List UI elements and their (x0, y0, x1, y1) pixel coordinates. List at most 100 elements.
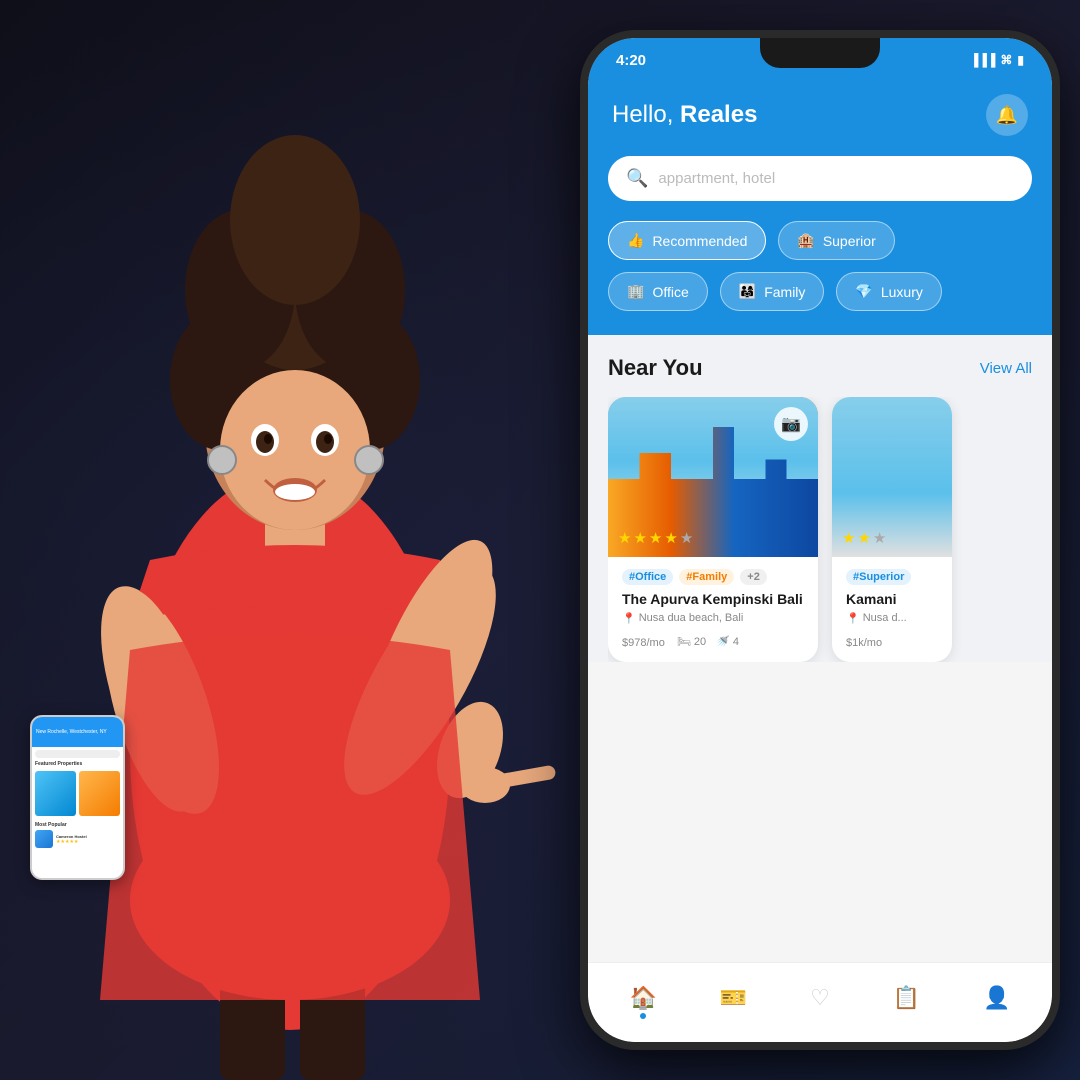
category-office[interactable]: 🏢 Office (608, 272, 708, 311)
username: Reales (680, 101, 757, 128)
status-icons: ▐▐▐ ⌘ ▮ (970, 53, 1024, 67)
listings-icon: 📋 (893, 985, 920, 1011)
scene-background: New Rochelle, Westchester, NY Featured P… (0, 0, 1080, 1080)
profile-icon: 👤 (983, 985, 1010, 1011)
star-2-2: ★ (857, 529, 870, 547)
category-family[interactable]: 👨‍👩‍👧 Family (720, 272, 825, 311)
near-you-section: Near You View All 📷 ★ ★ (588, 335, 1052, 662)
most-popular-label: Most Popular (35, 822, 120, 828)
star-1: ★ (618, 529, 631, 547)
woman-illustration (0, 0, 590, 1080)
section-title: Near You (608, 355, 703, 381)
greeting: Hello, Reales (612, 101, 757, 129)
property-location-2: 📍 Nusa d... (846, 612, 938, 625)
luxury-icon: 💎 (855, 283, 872, 300)
person-area: New Rochelle, Westchester, NY Featured P… (0, 0, 590, 1080)
family-icon: 👨‍👩‍👧 (739, 283, 756, 300)
property-meta-1: 🛏 20 🚿 4 (677, 635, 739, 648)
view-all-link[interactable]: View All (980, 360, 1032, 377)
property-location-1: 📍 Nusa dua beach, Bali (622, 612, 804, 625)
small-phone-header: New Rochelle, Westchester, NY (32, 717, 123, 747)
signal-icon: ▐▐▐ (970, 53, 996, 67)
wifi-icon: ⌘ (1000, 53, 1012, 67)
office-icon: 🏢 (627, 283, 644, 300)
property-card-1-image: 📷 ★ ★ ★ ★ ★ (608, 397, 818, 557)
category-row-1: 👍 Recommended 🏨 Superior (608, 221, 1032, 260)
location-text-1: Nusa dua beach, Bali (639, 612, 744, 624)
home-icon: 🏠 (629, 985, 656, 1011)
category-superior[interactable]: 🏨 Superior (778, 221, 894, 260)
family-label: Family (764, 284, 805, 300)
property-price-2: $1k/mo (846, 633, 938, 650)
notification-button[interactable]: 🔔 (986, 94, 1028, 136)
nav-tickets[interactable]: 🎫 (720, 985, 747, 1011)
category-row-2: 🏢 Office 👨‍👩‍👧 Family 💎 Luxury (608, 272, 1032, 311)
nav-active-dot (640, 1013, 646, 1019)
battery-icon: ▮ (1017, 53, 1024, 67)
property-name-1: The Apurva Kempinski Bali (622, 591, 804, 608)
stars-row-1: ★ ★ ★ ★ ★ (618, 529, 693, 547)
property-card-1-body: #Office #Family +2 The Apurva Kempinski … (608, 557, 818, 662)
status-time: 4:20 (616, 52, 646, 69)
notification-icon: 🔔 (996, 105, 1018, 126)
tag-superior: #Superior (846, 569, 911, 585)
phone-mockup: 4:20 ▐▐▐ ⌘ ▮ Hello, Reales 🔔 🔍 (580, 30, 1060, 1050)
heart-icon: ♡ (810, 985, 830, 1011)
star-4: ★ (664, 529, 677, 547)
phone-header: Hello, Reales 🔔 (588, 82, 1052, 156)
property-price-1: $978/mo (622, 633, 665, 650)
stars-row-2: ★ ★ ★ (842, 529, 886, 547)
star-2-3: ★ (873, 529, 886, 547)
search-area: 🔍 appartment, hotel (588, 156, 1052, 221)
price-value-1: $978 (622, 637, 646, 649)
baths-icon-1: 🚿 4 (716, 635, 739, 648)
small-phone-location: New Rochelle, Westchester, NY (36, 729, 107, 735)
price-unit-1: /mo (646, 637, 664, 649)
star-2: ★ (633, 529, 646, 547)
category-recommended[interactable]: 👍 Recommended (608, 221, 766, 260)
location-text-2: Nusa d... (863, 612, 907, 624)
tag-plus: +2 (740, 569, 767, 585)
save-button-1[interactable]: 📷 (774, 407, 808, 441)
superior-label: Superior (823, 233, 876, 249)
search-icon: 🔍 (626, 168, 648, 189)
tag-office: #Office (622, 569, 673, 585)
property-name-2: Kamani (846, 591, 938, 608)
small-phone: New Rochelle, Westchester, NY Featured P… (30, 715, 125, 880)
luxury-label: Luxury (881, 284, 923, 300)
phone-screen: 4:20 ▐▐▐ ⌘ ▮ Hello, Reales 🔔 🔍 (588, 38, 1052, 1042)
property-tags-1: #Office #Family +2 (622, 569, 804, 585)
featured-label: Featured Properties (35, 761, 120, 767)
category-luxury[interactable]: 💎 Luxury (836, 272, 941, 311)
property-card-2[interactable]: ★ ★ ★ #Superior Kamani 📍 (832, 397, 952, 662)
nav-home[interactable]: 🏠 (629, 985, 656, 1011)
star-5: ★ (680, 529, 693, 547)
nav-listings[interactable]: 📋 (893, 985, 920, 1011)
nav-favorites[interactable]: ♡ (810, 985, 830, 1011)
property-card-2-body: #Superior Kamani 📍 Nusa d... $1k/mo (832, 557, 952, 662)
price-value-2: $1k (846, 637, 864, 649)
tickets-icon: 🎫 (720, 985, 747, 1011)
categories-section: 👍 Recommended 🏨 Superior 🏢 Office 👨‍👩‍� (588, 221, 1052, 335)
property-price-row-1: $978/mo 🛏 20 🚿 4 (622, 633, 804, 650)
bottom-navigation: 🏠 🎫 ♡ 📋 👤 (588, 962, 1052, 1042)
recommended-label: Recommended (652, 233, 747, 249)
recommended-icon: 👍 (627, 232, 644, 249)
star-2-1: ★ (842, 529, 855, 547)
tag-family: #Family (679, 569, 734, 585)
search-box[interactable]: 🔍 appartment, hotel (608, 156, 1032, 201)
property-cards-row: 📷 ★ ★ ★ ★ ★ #Office (608, 397, 1032, 662)
nav-profile[interactable]: 👤 (983, 985, 1010, 1011)
office-label: Office (652, 284, 688, 300)
location-icon-2: 📍 (846, 612, 860, 625)
property-tags-2: #Superior (846, 569, 938, 585)
price-unit-2: /mo (864, 637, 882, 649)
section-header: Near You View All (608, 355, 1032, 381)
star-3: ★ (649, 529, 662, 547)
location-icon-1: 📍 (622, 612, 636, 625)
greeting-prefix: Hello, (612, 101, 680, 128)
property-card-1[interactable]: 📷 ★ ★ ★ ★ ★ #Office (608, 397, 818, 662)
small-phone-content: Featured Properties Most Popular Cameron… (32, 747, 123, 853)
property-card-2-image: ★ ★ ★ (832, 397, 952, 557)
phone-notch (760, 38, 880, 68)
